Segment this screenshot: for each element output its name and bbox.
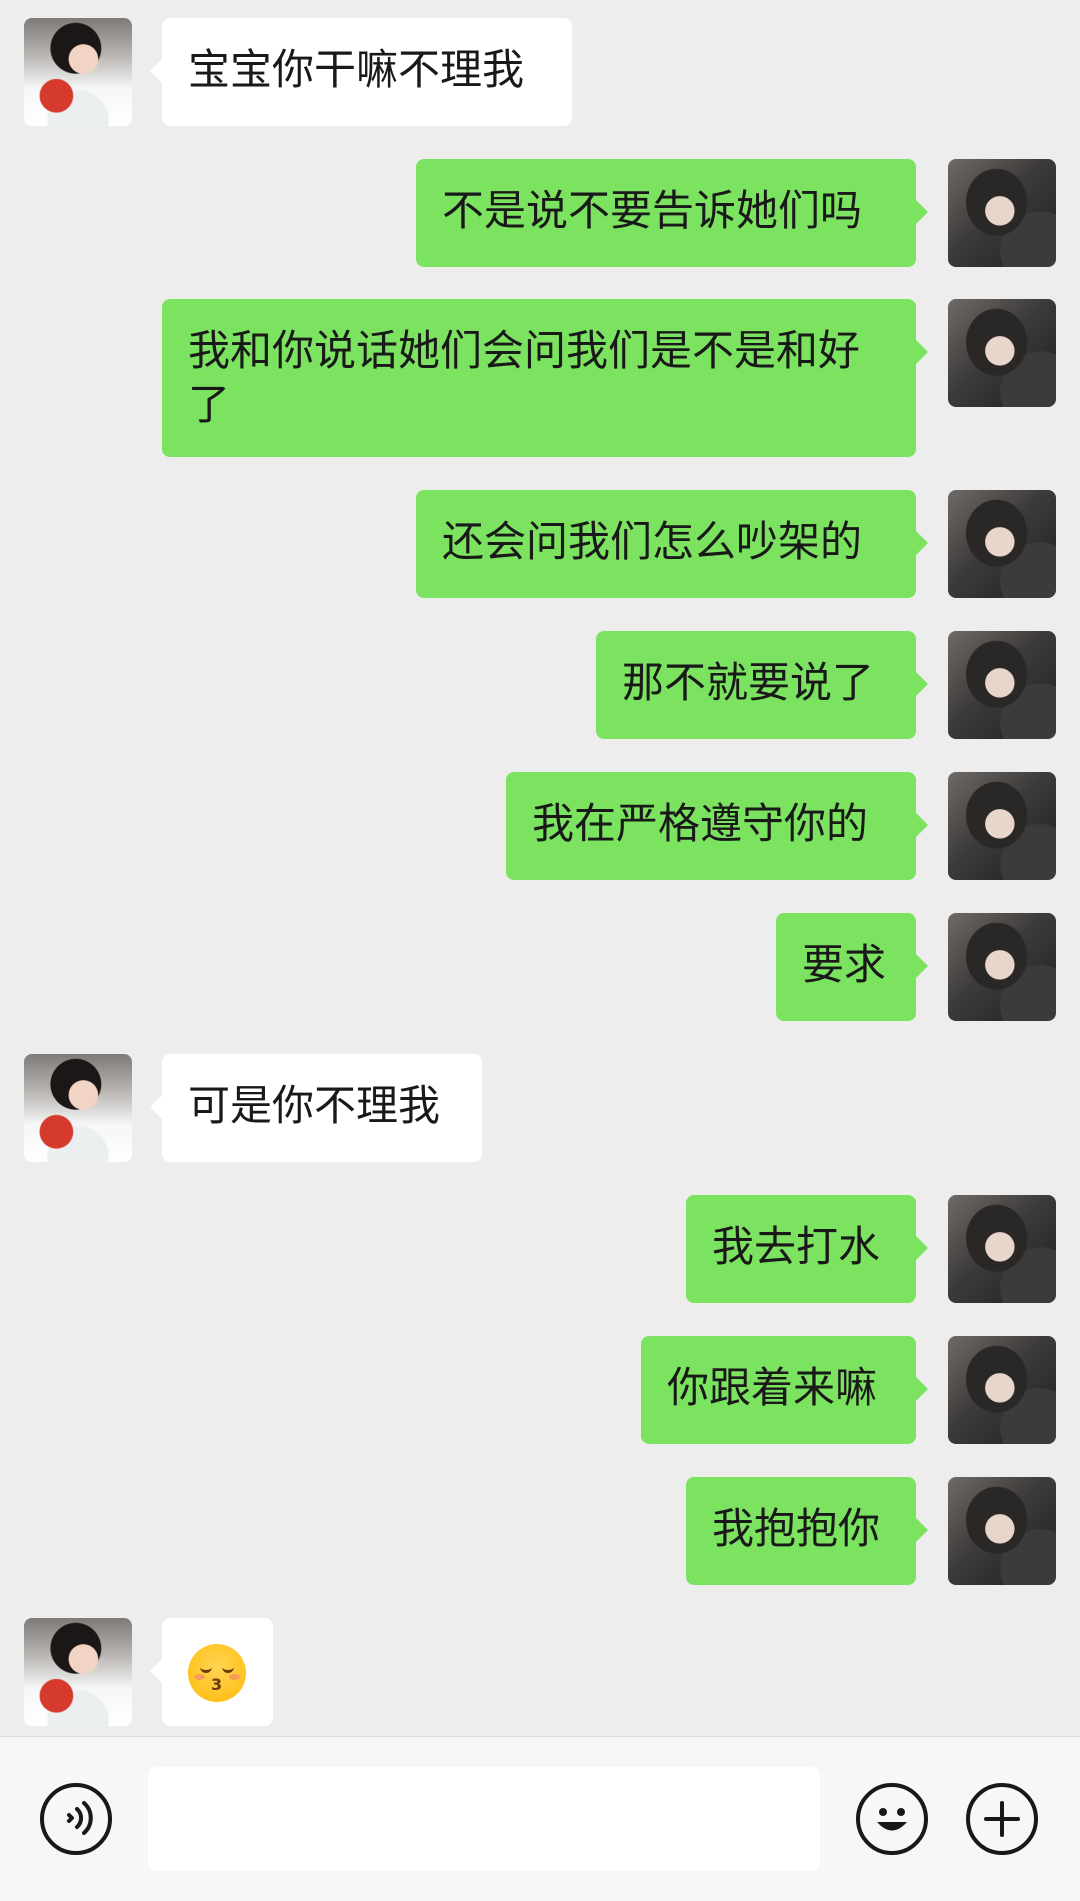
my-avatar[interactable] xyxy=(948,772,1056,880)
my-avatar[interactable] xyxy=(948,631,1056,739)
emoji-icon[interactable] xyxy=(856,1783,928,1855)
my-avatar[interactable] xyxy=(948,1195,1056,1303)
outgoing-message-bubble[interactable]: 还会问我们怎么吵架的 xyxy=(416,490,928,598)
outgoing-message-bubble[interactable]: 我抱抱你 xyxy=(686,1477,928,1585)
message-list[interactable]: 宝宝你干嘛不理我 不是说不要告诉她们吗 我和你说话她们会问我们是不是和好了 还会… xyxy=(0,0,1080,1736)
my-avatar[interactable] xyxy=(948,490,1056,598)
message-text: 还会问我们怎么吵架的 xyxy=(442,517,863,566)
outgoing-message-bubble[interactable]: 要求 xyxy=(776,913,928,1021)
outgoing-message-bubble[interactable]: 我和你说话她们会问我们是不是和好了 xyxy=(162,299,928,457)
input-bar xyxy=(0,1736,1080,1901)
incoming-message-bubble[interactable]: 宝宝你干嘛不理我 xyxy=(150,18,572,126)
outgoing-message-bubble[interactable]: 我去打水 xyxy=(686,1195,928,1303)
message-text: 我在严格遵守你的 xyxy=(532,799,869,848)
my-avatar[interactable] xyxy=(948,299,1056,407)
contact-avatar[interactable] xyxy=(24,1054,132,1162)
contact-avatar[interactable] xyxy=(24,1618,132,1726)
outgoing-message-bubble[interactable]: 你跟着来嘛 xyxy=(641,1336,928,1444)
my-avatar[interactable] xyxy=(948,1336,1056,1444)
voice-icon[interactable] xyxy=(40,1783,112,1855)
kissing-face-emoji-icon: 3 xyxy=(188,1643,246,1702)
my-avatar[interactable] xyxy=(948,913,1056,1021)
message-text: 宝宝你干嘛不理我 xyxy=(188,45,525,94)
outgoing-message-bubble[interactable]: 我在严格遵守你的 xyxy=(506,772,928,880)
message-text: 不是说不要告诉她们吗 xyxy=(442,186,863,235)
message-text: 你跟着来嘛 xyxy=(667,1363,878,1412)
message-input[interactable] xyxy=(148,1767,820,1871)
outgoing-message-bubble[interactable]: 不是说不要告诉她们吗 xyxy=(416,159,928,267)
outgoing-message-bubble[interactable]: 那不就要说了 xyxy=(596,631,928,739)
my-avatar[interactable] xyxy=(948,159,1056,267)
message-text: 我去打水 xyxy=(712,1222,881,1271)
contact-avatar[interactable] xyxy=(24,18,132,126)
plus-icon[interactable] xyxy=(966,1783,1038,1855)
incoming-emoji-bubble[interactable]: 3 xyxy=(150,1618,273,1726)
message-text: 要求 xyxy=(802,940,887,989)
message-text: 可是你不理我 xyxy=(188,1081,441,1130)
message-text: 那不就要说了 xyxy=(622,658,875,707)
message-text: 我和你说话她们会问我们是不是和好了 xyxy=(188,326,861,429)
chat-screen: 宝宝你干嘛不理我 不是说不要告诉她们吗 我和你说话她们会问我们是不是和好了 还会… xyxy=(0,0,1080,1901)
my-avatar[interactable] xyxy=(948,1477,1056,1585)
incoming-message-bubble[interactable]: 可是你不理我 xyxy=(150,1054,482,1162)
message-text: 我抱抱你 xyxy=(712,1504,881,1553)
